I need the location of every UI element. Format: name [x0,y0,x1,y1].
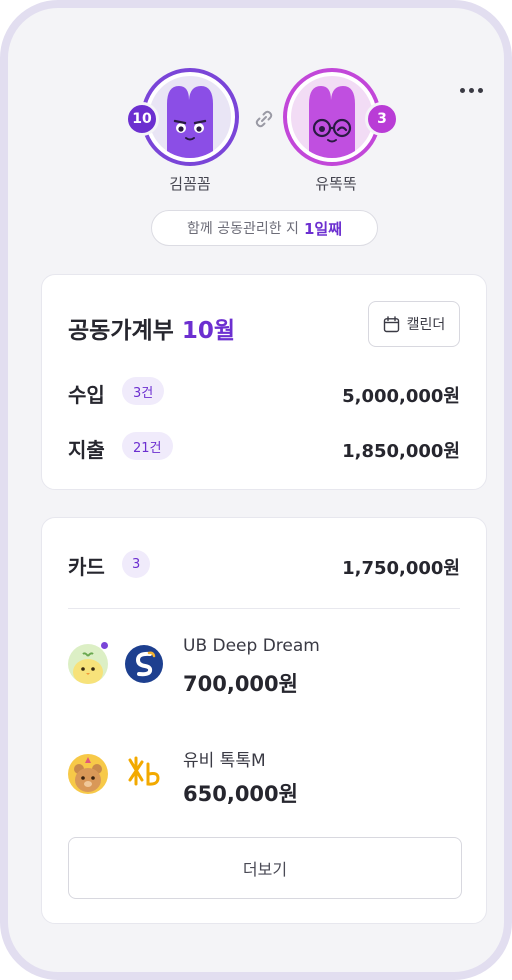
together-prefix: 함께 공동관리한 지 [187,221,299,237]
left-user-name: 김꼼꼼 [169,175,211,193]
card-amount: 700,000원 [183,672,298,696]
new-indicator-dot [101,642,108,649]
income-amount[interactable]: 5,000,000원 [342,382,460,408]
shinhan-bank-logo-icon [125,645,163,683]
more-options-icon[interactable] [451,78,491,102]
expense-count-badge: 21건 [122,432,173,460]
bear-avatar-icon [68,754,108,794]
see-more-button[interactable]: 더보기 [68,837,462,899]
together-days: 1일째 [303,219,342,238]
left-user-badge: 10 [125,102,159,136]
ledger-title: 공동가계부 10월 [68,318,235,344]
calendar-icon [383,315,399,332]
cards-label: 카드 [68,555,105,579]
expense-amount[interactable]: 1,850,000원 [342,437,460,463]
link-icon [255,110,273,128]
together-days-pill: 함께 공동관리한 지 1일째 [151,210,378,246]
chick-avatar-icon [68,644,108,684]
kb-bank-logo-icon [128,756,160,786]
expense-label: 지출 [68,438,105,462]
ledger-month[interactable]: 10월 [182,318,235,344]
card-list-item[interactable]: UB Deep Dream 700,000원 [68,636,448,708]
right-user-badge: 3 [365,102,399,136]
divider [68,608,460,609]
income-label: 수입 [68,383,105,407]
right-user-name: 유똑똑 [315,175,357,193]
purple-character-icon [149,76,231,158]
card-list-item[interactable]: 유비 톡톡M 650,000원 [68,746,448,818]
cards-total-amount: 1,750,000원 [342,558,460,579]
card-amount: 650,000원 [183,782,298,806]
pink-character-icon [291,76,373,158]
app-frame: 10 3 김꼼꼼 유똑똑 함께 공동관리한 지 1일째 공동가계부 10월 캘린… [0,0,512,980]
income-count-badge: 3건 [122,377,165,405]
cards-count-badge: 3 [122,550,151,578]
calendar-label: 캘린더 [406,317,446,333]
calendar-button[interactable]: 캘린더 [368,301,460,347]
shared-ledger-card: 공동가계부 10월 캘린더 수입 3건 5,000,000원 지출 21건 1,… [41,274,487,490]
card-name: UB Deep Dream [183,636,320,656]
card-name: 유비 톡톡M [183,751,266,771]
card-spending-card: 카드 3 1,750,000원 UB Deep Dream 700,000원 유… [41,517,487,924]
